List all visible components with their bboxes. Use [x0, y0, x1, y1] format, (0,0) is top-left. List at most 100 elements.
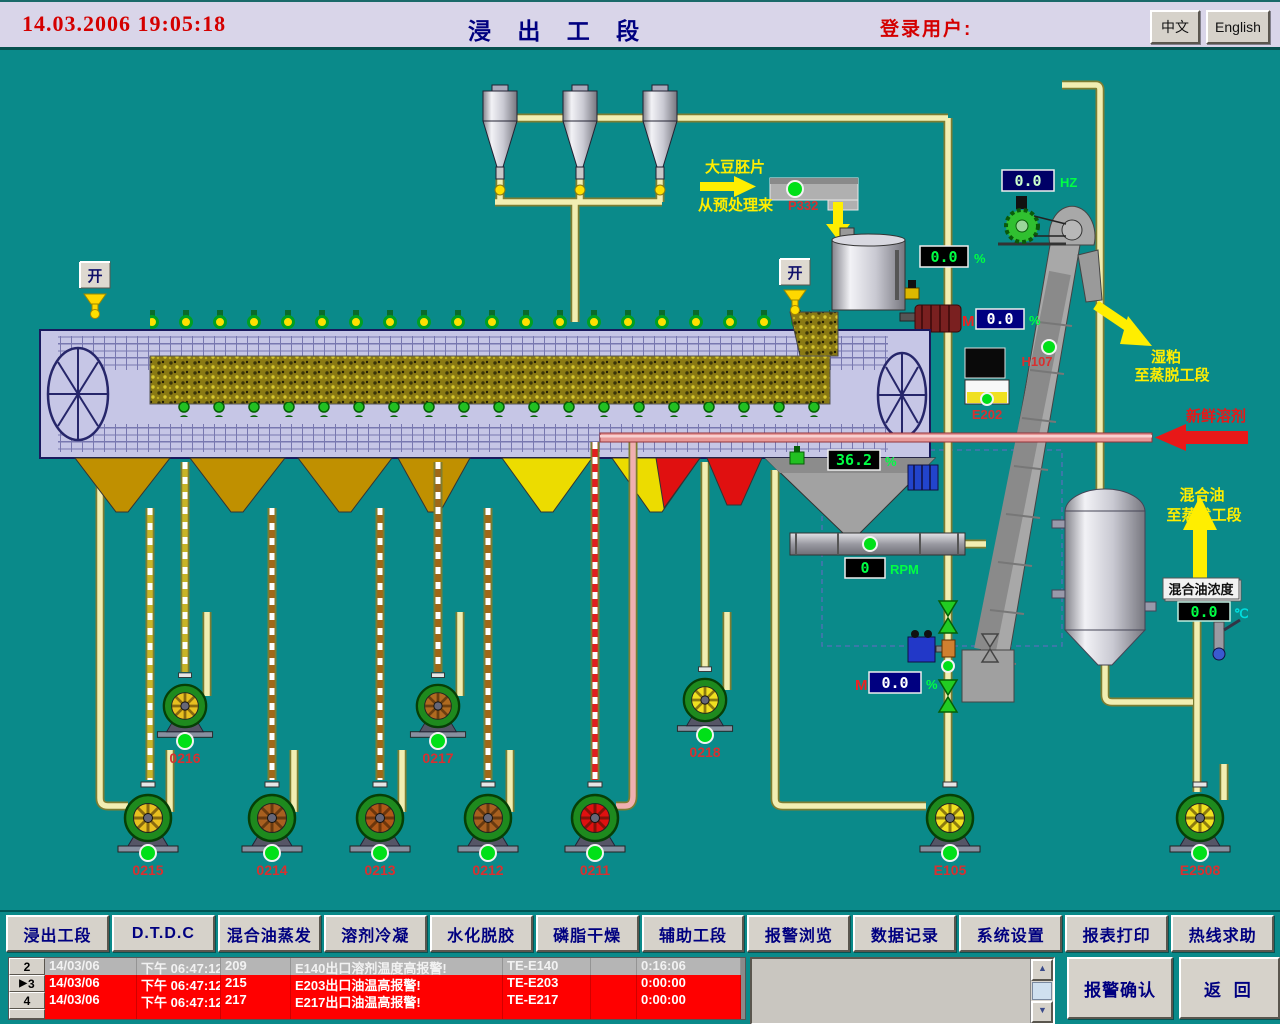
nav-dtdc[interactable]: D.T.D.C: [112, 915, 215, 952]
pump-indicator: [942, 845, 958, 861]
feed-hopper-tank: [832, 228, 919, 310]
nav-hotline-help[interactable]: 热线求助: [1171, 915, 1274, 952]
solvent-tank[interactable]: [1052, 489, 1156, 665]
pump-indicator: [1192, 845, 1208, 861]
svg-text:0215: 0215: [132, 862, 163, 878]
nav-solvent-condensing[interactable]: 溶剂冷凝: [324, 915, 427, 952]
pump-indicator: [430, 733, 446, 749]
screw-run-indicator: [863, 537, 877, 551]
solvent-valve-lower[interactable]: [939, 680, 957, 712]
alarm-message: E217出口油温高报警!: [291, 992, 503, 1009]
nav-auxiliary-section[interactable]: 辅助工段: [642, 915, 745, 952]
process-diagram: 开 开 0216 0217 0218 0215 0214 0213 0212 0…: [0, 50, 1280, 910]
svg-text:℃: ℃: [1234, 606, 1249, 621]
nav-report-print[interactable]: 报表打印: [1065, 915, 1168, 952]
alarm-time: 下午 06:47:12: [137, 958, 221, 975]
nav-extraction-section[interactable]: 浸出工段: [6, 915, 109, 952]
row-selector-icon: ▶: [19, 978, 27, 989]
alarm-spare: [591, 958, 637, 975]
alarm-spare: [591, 992, 637, 1009]
nav-miscella-evaporation[interactable]: 混合油蒸发: [218, 915, 321, 952]
solvent-valve-display: M 0.0 %: [855, 672, 938, 694]
svg-text:E2508: E2508: [1180, 862, 1221, 878]
alarm-table: 2 14/03/06 下午 06:47:12 209 E140出口溶剂温度高报警…: [8, 957, 746, 1020]
to-dt-section-label: 至蒸脱工段: [1134, 366, 1209, 384]
elevator-frequency-display: 0.0 HZ: [1002, 170, 1077, 191]
svg-text:0216: 0216: [169, 750, 200, 766]
pump-indicator: [587, 845, 603, 861]
nav-system-settings[interactable]: 系统设置: [959, 915, 1062, 952]
svg-text:M: M: [962, 313, 975, 330]
alarm-row-clipped[interactable]: [9, 1009, 745, 1019]
alarm-duration: 0:00:00: [637, 975, 741, 992]
elevator-tag: H107: [1021, 354, 1052, 369]
alarm-row-number: 4: [9, 992, 45, 1009]
pump-E105[interactable]: E105: [920, 782, 980, 878]
alarm-row-number: [9, 1009, 45, 1019]
return-button[interactable]: 返 回: [1179, 957, 1280, 1019]
alarm-row-number: ▶3: [9, 975, 45, 992]
pretreatment-tag: P332: [788, 198, 818, 213]
svg-text:开: 开: [787, 265, 802, 282]
valve-indicator-2: [942, 660, 954, 672]
alarm-tag: TE-E203: [503, 975, 591, 992]
svg-text:0.0: 0.0: [1190, 603, 1217, 621]
alarm-date: 14/03/06: [45, 958, 137, 975]
svg-text:0.0: 0.0: [881, 674, 908, 692]
scroll-thumb[interactable]: [1032, 982, 1052, 1000]
alarm-row[interactable]: 2 14/03/06 下午 06:47:12 209 E140出口溶剂温度高报警…: [9, 958, 745, 975]
alarm-scrollbar[interactable]: ▲ ▼: [1030, 959, 1053, 1023]
alarm-ack-button[interactable]: 报警确认: [1067, 957, 1172, 1019]
pump-indicator: [372, 845, 388, 861]
alarm-code: 209: [221, 958, 291, 975]
alarm-duration: 0:00:00: [637, 992, 741, 1009]
nav-data-record[interactable]: 数据记录: [853, 915, 956, 952]
extractor-nozzle-row: [155, 402, 820, 417]
english-lang-button[interactable]: English: [1206, 10, 1270, 44]
svg-text:0212: 0212: [472, 862, 503, 878]
alarm-message: E140出口溶剂温度高报警!: [291, 958, 503, 975]
title-bar: 14.03.2006 19:05:18 浸 出 工 段 登录用户: 中文 Eng…: [0, 0, 1280, 50]
screw-conveyor[interactable]: [790, 533, 965, 555]
cyclone-separators: [483, 85, 677, 179]
feeder-motor: [900, 305, 961, 332]
alarm-scroll-panel: ▲ ▼: [750, 957, 1056, 1024]
miscella-concentration-display: 混合油浓度 0.0 ℃: [1163, 578, 1249, 621]
wet-meal-label: 湿粕: [1151, 348, 1181, 366]
nav-lecithin-drying[interactable]: 磷脂干燥: [536, 915, 639, 952]
scroll-down-icon[interactable]: ▼: [1031, 1001, 1053, 1023]
alarm-time: 下午 06:47:12: [137, 992, 221, 1009]
alarm-spare: [591, 975, 637, 992]
svg-text:0: 0: [860, 559, 869, 577]
open-button-right[interactable]: 开: [780, 259, 810, 285]
alarm-tag: TE-E217: [503, 992, 591, 1009]
weigher-indicator: [981, 393, 993, 405]
pump-indicator: [480, 845, 496, 861]
concentration-probe: [1213, 620, 1240, 660]
alarm-row-selected[interactable]: ▶3 14/03/06 下午 06:47:12 215 E203出口油温高报警!…: [9, 975, 745, 992]
svg-text:36.2: 36.2: [836, 451, 872, 469]
svg-text:0.0: 0.0: [1014, 172, 1041, 190]
miscella-label: 混合油: [1179, 486, 1224, 504]
open-button-left[interactable]: 开: [80, 262, 110, 288]
svg-text:0211: 0211: [580, 862, 611, 878]
extractor-top-fittings: [150, 310, 830, 330]
svg-text:%: %: [926, 677, 938, 692]
alarm-row[interactable]: 4 14/03/06 下午 06:47:12 217 E217出口油温高报警! …: [9, 992, 745, 1009]
hopper-valve-actuator[interactable]: [908, 465, 938, 490]
screw-speed-display: 0 RPM: [845, 558, 919, 578]
chinese-lang-button[interactable]: 中文: [1150, 10, 1200, 44]
svg-text:0.0: 0.0: [986, 310, 1013, 328]
nav-bar: 浸出工段 D.T.D.C 混合油蒸发 溶剂冷凝 水化脱胶 磷脂干燥 辅助工段 报…: [0, 910, 1280, 955]
elevator-discharge-spout: [1078, 250, 1102, 302]
page-title: 浸 出 工 段: [468, 12, 649, 46]
nav-hydration-degumming[interactable]: 水化脱胶: [430, 915, 533, 952]
hopper-tag: E202: [972, 407, 1002, 422]
solvent-valve-upper[interactable]: [939, 601, 957, 633]
datetime: 14.03.2006 19:05:18: [22, 11, 226, 37]
svg-text:0.0: 0.0: [930, 248, 957, 266]
nav-alarm-browse[interactable]: 报警浏览: [747, 915, 850, 952]
scroll-up-icon[interactable]: ▲: [1031, 959, 1053, 981]
pump-0211[interactable]: 0211: [565, 782, 625, 878]
conveyor-run-indicator: [787, 181, 803, 197]
